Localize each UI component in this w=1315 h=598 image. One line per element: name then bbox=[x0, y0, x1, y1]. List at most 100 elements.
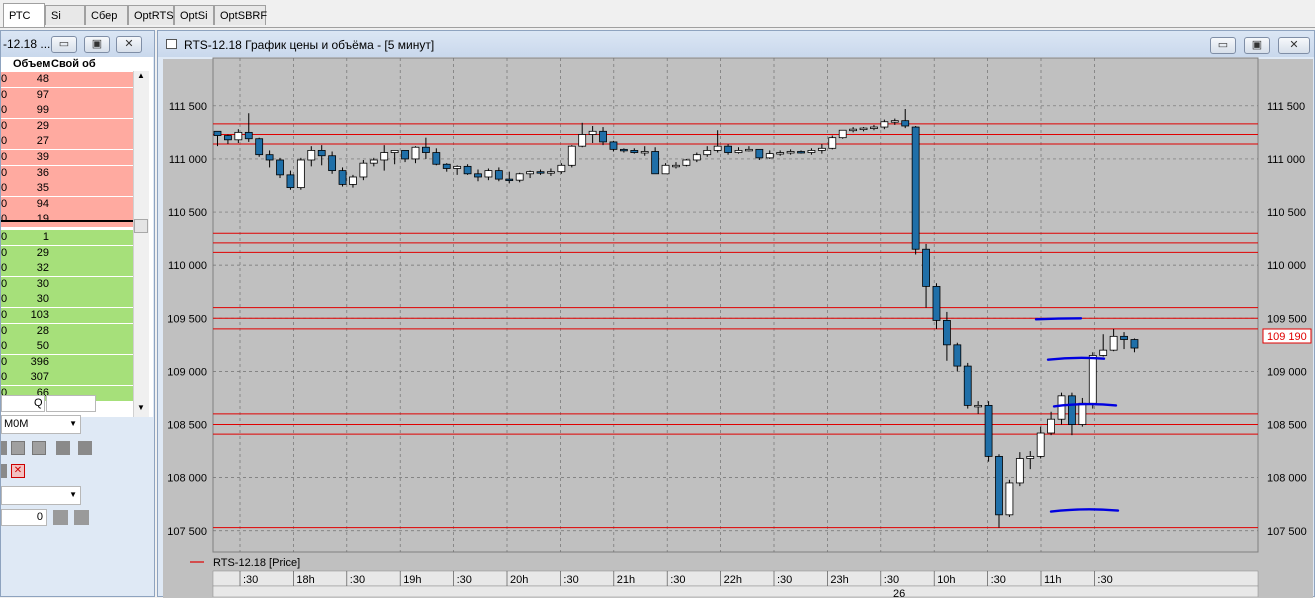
candle-body bbox=[651, 151, 660, 175]
candle-body bbox=[599, 130, 607, 143]
x-tick-label: :30 bbox=[1097, 574, 1112, 586]
y-tick-label-left: 111 500 bbox=[169, 101, 207, 113]
candle-body bbox=[859, 127, 868, 131]
candle-body bbox=[588, 130, 597, 135]
y-tick-label-right: 109 500 bbox=[1267, 313, 1307, 325]
candle-body bbox=[619, 148, 628, 152]
candle-body bbox=[870, 126, 878, 129]
candle-body bbox=[932, 286, 941, 321]
candle-body bbox=[244, 131, 253, 140]
x-tick-label: :30 bbox=[350, 574, 365, 586]
y-tick-label-right: 110 000 bbox=[1267, 260, 1306, 272]
x-tick-label: 21h bbox=[617, 574, 635, 586]
candle-body bbox=[692, 154, 701, 161]
y-tick-label-right: 108 000 bbox=[1267, 473, 1307, 485]
candle-body bbox=[547, 171, 555, 174]
date-axis bbox=[212, 585, 1259, 597]
y-tick-label-right: 110 500 bbox=[1267, 207, 1306, 219]
date-label: 26 bbox=[893, 588, 905, 597]
candle-body bbox=[807, 150, 816, 153]
candle-body bbox=[943, 320, 951, 346]
candle-body bbox=[265, 154, 274, 161]
candle-body bbox=[630, 150, 639, 153]
candle-body bbox=[411, 146, 420, 160]
y-tick-label-left: 107 500 bbox=[167, 526, 207, 538]
y-tick-label-left: 110 500 bbox=[168, 207, 207, 219]
candle-body bbox=[276, 159, 284, 176]
candle-body bbox=[682, 159, 691, 166]
candle-body bbox=[484, 170, 493, 178]
candle-body bbox=[1078, 402, 1087, 425]
candle-body bbox=[453, 165, 462, 169]
x-tick-label: 19h bbox=[403, 574, 421, 586]
candle-body bbox=[369, 159, 378, 164]
candle-body bbox=[922, 248, 930, 287]
candle-body bbox=[745, 148, 753, 152]
candle-body bbox=[838, 129, 847, 139]
candle-body bbox=[1120, 335, 1128, 340]
candle-body bbox=[724, 145, 732, 153]
candle-body bbox=[359, 162, 368, 178]
candle-body bbox=[640, 151, 649, 154]
candle-body bbox=[1047, 418, 1055, 434]
y-tick-label-right: 108 500 bbox=[1267, 420, 1307, 432]
candle-body bbox=[974, 404, 983, 408]
candle-body bbox=[526, 171, 534, 175]
y-tick-label-right: 109 000 bbox=[1267, 366, 1307, 378]
candle-body bbox=[817, 147, 826, 151]
candle-body bbox=[432, 152, 441, 165]
x-tick-label: :30 bbox=[243, 574, 258, 586]
candle-body bbox=[880, 121, 889, 128]
x-tick-label: 20h bbox=[510, 574, 528, 586]
candle-body bbox=[1130, 339, 1139, 349]
price-chart[interactable]: 111 500 111 500 111 000 111 000 110 500 110 5… bbox=[0, 0, 1315, 597]
candle-body bbox=[703, 150, 712, 156]
candle-body bbox=[1068, 395, 1076, 425]
candle-body bbox=[890, 120, 899, 123]
candle-body bbox=[328, 155, 337, 172]
candle-body bbox=[984, 404, 993, 457]
candle-body bbox=[776, 152, 785, 155]
candle-body bbox=[901, 120, 910, 127]
candle-body bbox=[1026, 455, 1035, 459]
candle-body bbox=[515, 173, 524, 181]
candle-body bbox=[786, 151, 795, 154]
candle-body bbox=[213, 130, 222, 136]
candle-body bbox=[567, 145, 576, 166]
candle-body bbox=[234, 131, 243, 141]
candle-body bbox=[755, 148, 764, 159]
x-tick-label: 23h bbox=[830, 574, 848, 586]
candle-body bbox=[609, 141, 618, 150]
candle-body bbox=[849, 128, 858, 132]
candle-body bbox=[963, 365, 972, 406]
y-tick-label-left: 110 000 bbox=[168, 260, 207, 272]
candle-body bbox=[661, 164, 670, 175]
candle-body bbox=[713, 145, 722, 151]
candle-body bbox=[765, 153, 774, 159]
annotation-stroke bbox=[1034, 317, 1083, 321]
candle-body bbox=[953, 344, 962, 367]
candle-body bbox=[390, 150, 399, 153]
x-tick-label: 11h bbox=[1044, 574, 1062, 586]
candle-body bbox=[505, 178, 514, 182]
candle-body bbox=[1099, 349, 1108, 356]
x-tick-label: :30 bbox=[457, 574, 472, 586]
candle-body bbox=[557, 164, 566, 173]
candle-body bbox=[224, 135, 232, 141]
candle-body bbox=[421, 146, 430, 153]
x-tick-label: :30 bbox=[991, 574, 1006, 586]
candle-body bbox=[734, 150, 743, 153]
candle-body bbox=[578, 134, 587, 147]
candle-body bbox=[828, 137, 837, 149]
y-tick-label-right: 111 500 bbox=[1267, 101, 1305, 113]
x-tick-label: 22h bbox=[724, 574, 742, 586]
last-price-label: 109 190 bbox=[1267, 331, 1307, 343]
x-tick-label: :30 bbox=[563, 574, 578, 586]
x-tick-label: :30 bbox=[884, 574, 899, 586]
candle-body bbox=[1088, 355, 1097, 404]
candle-body bbox=[463, 165, 472, 175]
candle-body bbox=[255, 138, 264, 156]
candle-body bbox=[349, 176, 357, 185]
y-tick-label-right: 111 000 bbox=[1267, 154, 1305, 166]
candle-body bbox=[474, 173, 482, 178]
